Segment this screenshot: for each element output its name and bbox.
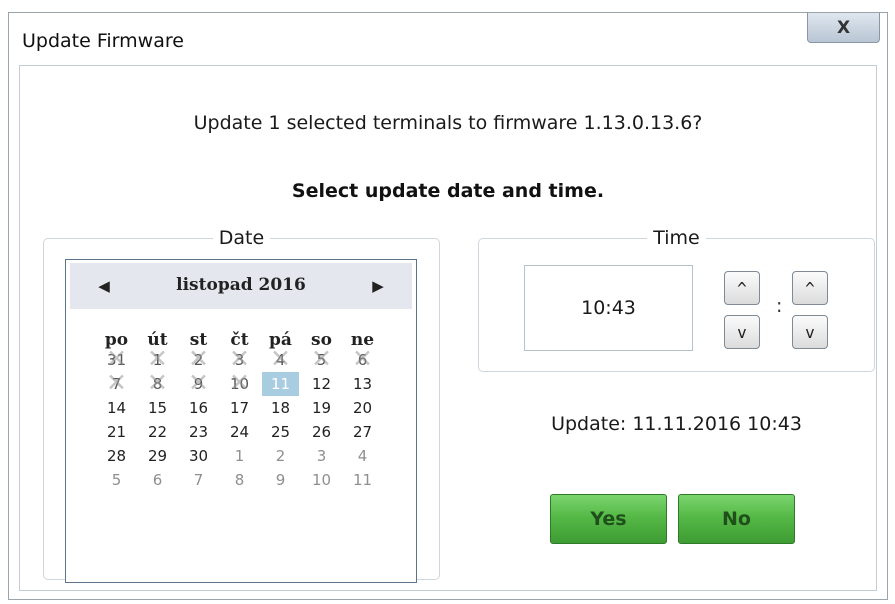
chevron-up-icon: ^ [805, 278, 815, 298]
calendar-day[interactable]: 15 [137, 396, 178, 420]
date-group-label: Date [212, 227, 271, 249]
calendar-day[interactable]: 26 [301, 420, 342, 444]
calendar-day[interactable]: 10 [301, 468, 342, 492]
time-group: Time 10:43 ^ v : ^ v [478, 227, 875, 372]
calendar-header: ◀ listopad 2016 ▶ [70, 263, 412, 309]
update-question: Update 1 selected terminals to firmware … [193, 112, 703, 134]
calendar-day[interactable]: 12 [301, 372, 342, 396]
no-button[interactable]: No [678, 494, 795, 544]
chevron-down-icon: v [737, 322, 747, 342]
calendar-day[interactable]: 2 [260, 444, 301, 468]
calendar-day[interactable]: 25 [260, 420, 301, 444]
calendar-day[interactable]: 30 [178, 444, 219, 468]
calendar-day: 9 [178, 368, 219, 398]
calendar-day[interactable]: 11 [342, 468, 383, 492]
calendar-day: 10 [219, 368, 260, 398]
close-button[interactable]: X [807, 13, 880, 43]
chevron-down-icon: v [805, 322, 815, 342]
hour-up-button[interactable]: ^ [724, 271, 760, 305]
date-group: Date ◀ listopad 2016 ▶ poútstčtpásone311… [43, 227, 440, 583]
calendar-day[interactable]: 19 [301, 396, 342, 420]
calendar-day[interactable]: 21 [96, 420, 137, 444]
calendar-day[interactable]: 24 [219, 420, 260, 444]
calendar-day: 7 [96, 368, 137, 398]
calendar-day[interactable]: 3 [301, 444, 342, 468]
calendar-day[interactable]: 18 [260, 396, 301, 420]
calendar-grid: poútstčtpásone31123456789101112131415161… [96, 324, 383, 492]
calendar-day: 4 [260, 344, 301, 374]
calendar-day[interactable]: 20 [342, 396, 383, 420]
no-button-label: No [722, 508, 751, 530]
calendar-day[interactable]: 23 [178, 420, 219, 444]
calendar-day[interactable]: 4 [342, 444, 383, 468]
chevron-up-icon: ^ [737, 278, 747, 298]
calendar-day: 5 [301, 344, 342, 374]
calendar-day[interactable]: 22 [137, 420, 178, 444]
calendar-month-label[interactable]: listopad 2016 [70, 275, 412, 295]
minute-up-button[interactable]: ^ [792, 271, 828, 305]
hour-down-button[interactable]: v [724, 315, 760, 349]
select-heading: Select update date and time. [291, 180, 605, 202]
calendar-day[interactable]: 8 [219, 468, 260, 492]
calendar-day[interactable]: 16 [178, 396, 219, 420]
calendar-day[interactable]: 1 [219, 444, 260, 468]
dialog-content: Update 1 selected terminals to firmware … [19, 65, 877, 591]
calendar-day[interactable]: 7 [178, 468, 219, 492]
calendar-day[interactable]: 13 [342, 372, 383, 396]
next-month-icon[interactable]: ▶ [368, 276, 388, 296]
calendar-day[interactable]: 9 [260, 468, 301, 492]
calendar-day[interactable]: 14 [96, 396, 137, 420]
calendar-day: 8 [137, 368, 178, 398]
calendar-day-selected[interactable]: 11 [262, 372, 299, 396]
calendar-day[interactable]: 29 [137, 444, 178, 468]
window-title: Update Firmware [22, 30, 184, 52]
yes-button[interactable]: Yes [550, 494, 667, 544]
calendar-day[interactable]: 6 [137, 468, 178, 492]
calendar-day: 6 [342, 344, 383, 374]
update-summary: Update: 11.11.2016 10:43 [551, 413, 802, 435]
calendar-day[interactable]: 27 [342, 420, 383, 444]
title-bar: Update Firmware X [9, 13, 887, 65]
calendar: ◀ listopad 2016 ▶ poútstčtpásone31123456… [65, 259, 417, 583]
yes-button-label: Yes [590, 508, 627, 530]
time-group-label: Time [647, 227, 706, 249]
time-colon: : [776, 295, 783, 317]
close-icon: X [836, 17, 851, 38]
time-field[interactable]: 10:43 [524, 265, 693, 351]
calendar-day[interactable]: 17 [219, 396, 260, 420]
calendar-day[interactable]: 5 [96, 468, 137, 492]
calendar-day[interactable]: 28 [96, 444, 137, 468]
minute-down-button[interactable]: v [792, 315, 828, 349]
update-firmware-dialog: Update Firmware X Update 1 selected term… [8, 12, 888, 600]
